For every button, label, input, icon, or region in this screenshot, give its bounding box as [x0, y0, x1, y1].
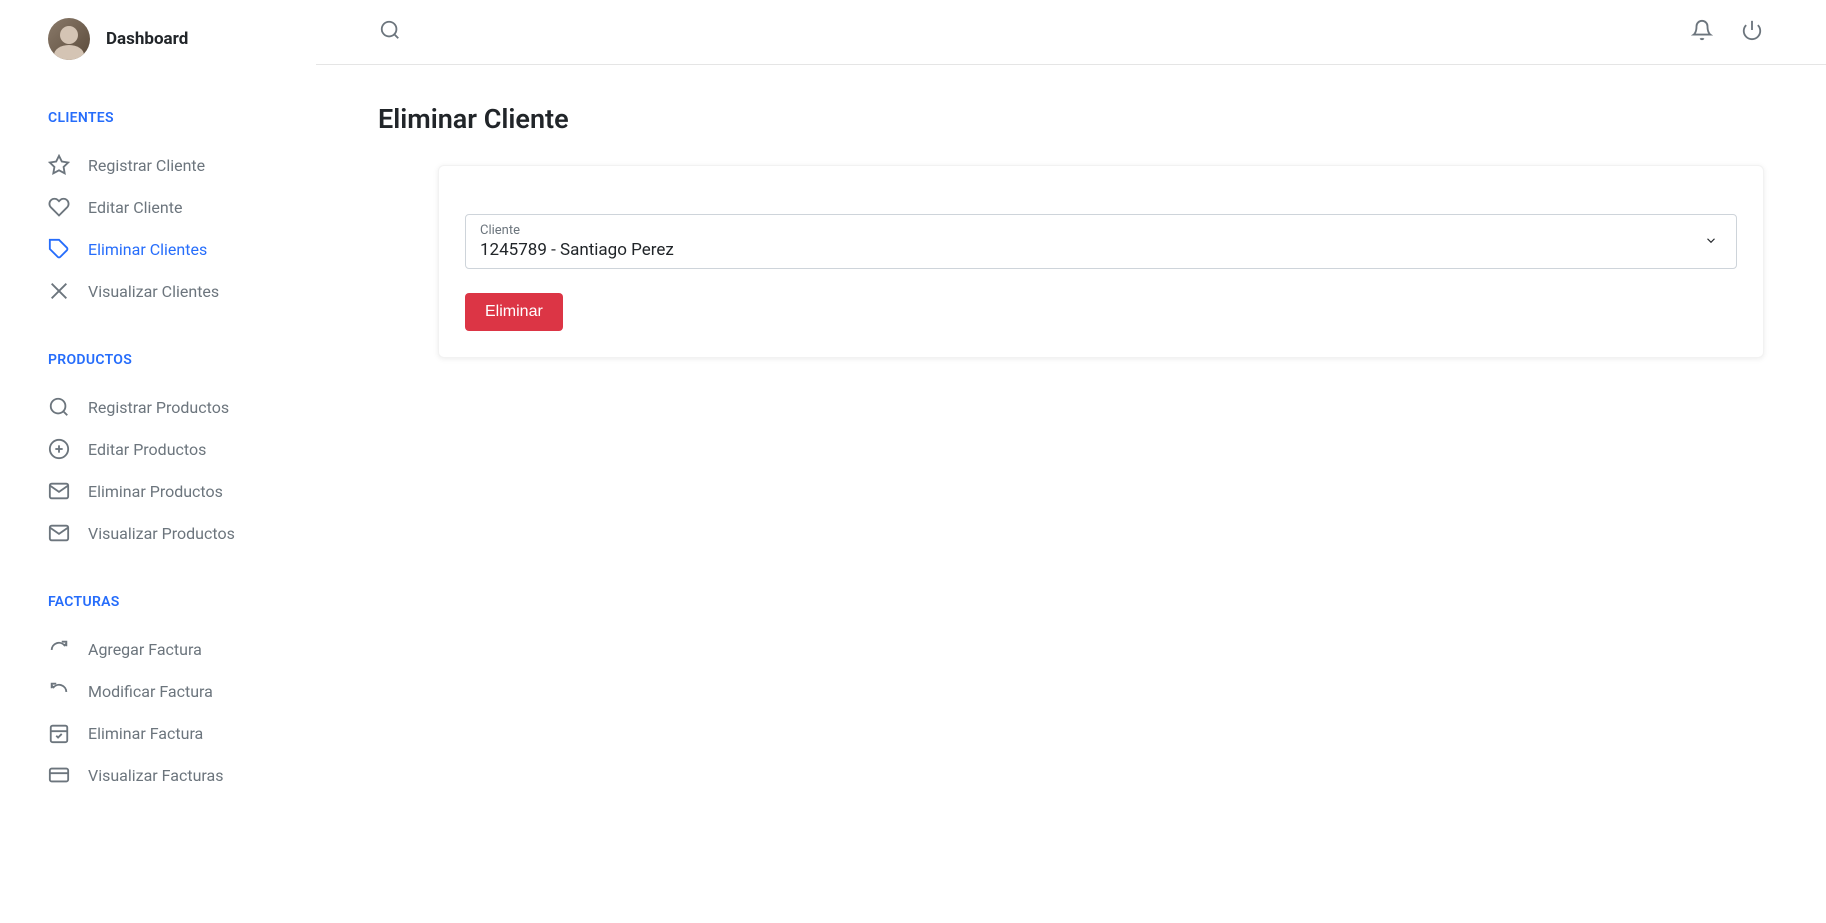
plus-circle-icon [48, 438, 70, 460]
page-title: Eliminar Cliente [378, 103, 1764, 135]
sidebar-item-registrar-cliente[interactable]: Registrar Cliente [0, 144, 316, 186]
sidebar-item-editar-cliente[interactable]: Editar Cliente [0, 186, 316, 228]
sidebar-item-label: Eliminar Productos [88, 482, 223, 501]
sidebar-item-visualizar-facturas[interactable]: Visualizar Facturas [0, 754, 316, 796]
main-panel: Eliminar Cliente Cliente 1245789 - Santi… [316, 0, 1826, 923]
card-icon [48, 764, 70, 786]
sidebar-item-label: Eliminar Factura [88, 724, 203, 743]
undo-icon [48, 680, 70, 702]
eliminar-button[interactable]: Eliminar [465, 293, 563, 331]
sidebar-header: Dashboard [0, 18, 316, 60]
notifications-button[interactable] [1690, 18, 1714, 42]
sidebar: Dashboard CLIENTES Registrar Cliente Edi… [0, 0, 316, 923]
mail-icon [48, 480, 70, 502]
sidebar-item-visualizar-clientes[interactable]: Visualizar Clientes [0, 270, 316, 312]
section-heading-productos: PRODUCTOS [0, 352, 316, 368]
sidebar-item-agregar-factura[interactable]: Agregar Factura [0, 628, 316, 670]
section-heading-facturas: FACTURAS [0, 594, 316, 610]
sidebar-item-label: Editar Productos [88, 440, 206, 459]
sidebar-item-label: Visualizar Clientes [88, 282, 219, 301]
sidebar-item-label: Agregar Factura [88, 640, 202, 659]
select-value: 1245789 - Santiago Perez [480, 240, 674, 260]
sidebar-item-modificar-factura[interactable]: Modificar Factura [0, 670, 316, 712]
redo-icon [48, 638, 70, 660]
form-card: Cliente 1245789 - Santiago Perez Elimina… [438, 165, 1764, 358]
sidebar-item-label: Editar Cliente [88, 198, 182, 217]
sidebar-item-registrar-productos[interactable]: Registrar Productos [0, 386, 316, 428]
sidebar-item-label: Visualizar Productos [88, 524, 235, 543]
sidebar-item-label: Eliminar Clientes [88, 240, 207, 259]
select-label: Cliente [480, 223, 1722, 238]
dashboard-title: Dashboard [106, 29, 188, 49]
heart-icon [48, 196, 70, 218]
sidebar-item-eliminar-productos[interactable]: Eliminar Productos [0, 470, 316, 512]
shuffle-icon [48, 280, 70, 302]
search-icon [48, 396, 70, 418]
sidebar-item-eliminar-factura[interactable]: Eliminar Factura [0, 712, 316, 754]
sidebar-item-editar-productos[interactable]: Editar Productos [0, 428, 316, 470]
content: Eliminar Cliente Cliente 1245789 - Santi… [316, 65, 1826, 396]
star-icon [48, 154, 70, 176]
search-button[interactable] [378, 18, 402, 42]
tag-icon [48, 238, 70, 260]
sidebar-item-eliminar-clientes[interactable]: Eliminar Clientes [0, 228, 316, 270]
topbar [316, 0, 1826, 65]
avatar[interactable] [48, 18, 90, 60]
sidebar-item-label: Registrar Cliente [88, 156, 205, 175]
cliente-select[interactable]: Cliente 1245789 - Santiago Perez [465, 214, 1737, 269]
sidebar-item-visualizar-productos[interactable]: Visualizar Productos [0, 512, 316, 554]
calendar-check-icon [48, 722, 70, 744]
sidebar-item-label: Visualizar Facturas [88, 766, 223, 785]
sidebar-item-label: Modificar Factura [88, 682, 213, 701]
power-button[interactable] [1740, 18, 1764, 42]
mail-icon [48, 522, 70, 544]
sidebar-item-label: Registrar Productos [88, 398, 229, 417]
section-heading-clientes: CLIENTES [0, 110, 316, 126]
chevron-down-icon [1704, 232, 1718, 251]
